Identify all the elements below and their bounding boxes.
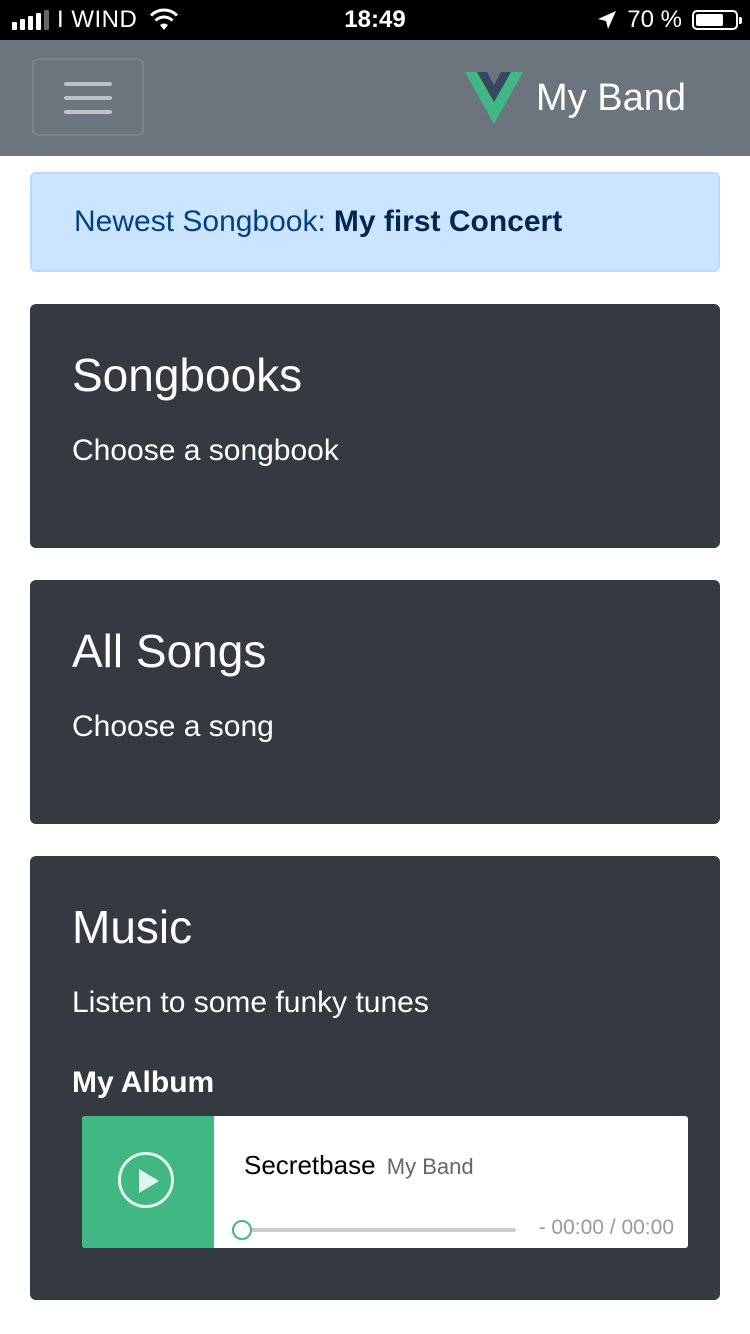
card-text: Listen to some funky tunes (72, 986, 429, 1019)
battery-icon (692, 10, 742, 30)
progress-bar[interactable] (232, 1220, 516, 1240)
hamburger-line (64, 96, 112, 100)
hamburger-icon (64, 82, 112, 86)
play-button[interactable] (118, 1152, 174, 1208)
brand-link[interactable]: My Band (464, 70, 686, 126)
menu-toggle-button[interactable] (32, 58, 144, 136)
time-display: - 00:00 / 00:00 (538, 1216, 674, 1239)
player-cover (82, 1116, 214, 1248)
all-songs-card[interactable]: All Songs Choose a song (30, 580, 720, 824)
newest-songbook-link[interactable]: My first Concert (334, 205, 562, 239)
album-title: My Album (72, 1066, 215, 1099)
newest-songbook-alert: Newest Songbook: My first Concert (30, 172, 720, 272)
hamburger-line (64, 110, 112, 114)
songbooks-card[interactable]: Songbooks Choose a songbook (30, 304, 720, 548)
card-text: Choose a songbook (72, 434, 339, 467)
card-title: Music (72, 901, 193, 953)
battery-percent: 70 % (627, 6, 682, 33)
card-title: All Songs (72, 625, 267, 677)
song-title: Secretbase (244, 1150, 376, 1180)
status-right: 70 % (597, 0, 742, 40)
alert-prefix: Newest Songbook: (74, 205, 326, 238)
track-info: Secretbase My Band (244, 1150, 474, 1181)
progress-thumb[interactable] (232, 1220, 252, 1240)
battery-fill (696, 14, 723, 26)
navbar: My Band (0, 40, 750, 156)
song-artist: My Band (386, 1154, 474, 1179)
music-card: Music Listen to some funky tunes My Albu… (30, 856, 720, 1300)
play-icon (139, 1169, 159, 1193)
location-arrow-icon (598, 11, 617, 29)
card-text: Choose a song (72, 710, 274, 743)
brand-name: My Band (536, 76, 686, 119)
audio-player: Secretbase My Band - 00:00 / 00:00 (82, 1116, 688, 1248)
status-bar: I WIND 18:49 70 % (0, 0, 750, 40)
vue-logo-icon (465, 72, 524, 124)
card-title: Songbooks (72, 349, 303, 401)
